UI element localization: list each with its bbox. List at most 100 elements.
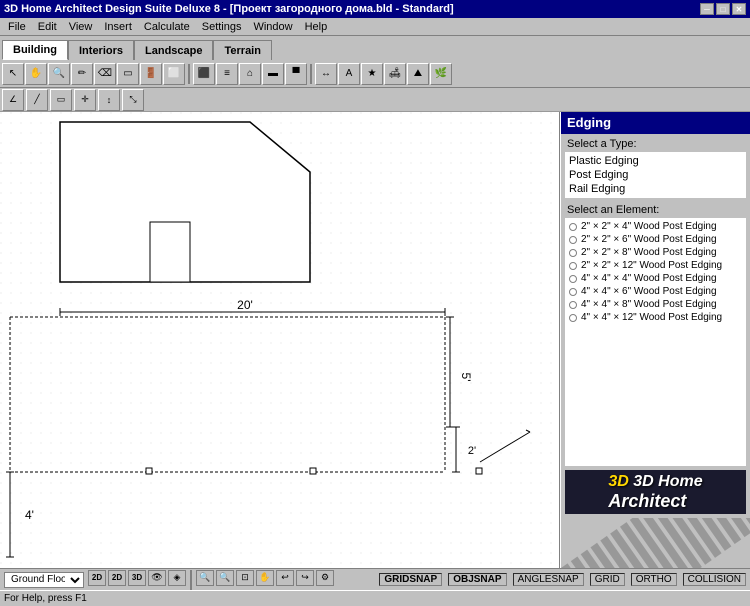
radio-5 <box>569 288 577 296</box>
elements-list: 2" × 2" × 4" Wood Post Edging 2" × 2" × … <box>565 218 746 466</box>
tool-window[interactable]: ⬜ <box>163 63 185 85</box>
objsnap-indicator[interactable]: OBJSNAP <box>448 573 506 586</box>
view-mode-icons: 2D 2D 3D 👁 ◈ 🔍 🔍 ⊡ ✋ ↩ ↪ ⚙ <box>88 570 334 590</box>
radio-2 <box>569 249 577 257</box>
win-close-btn[interactable]: ✕ <box>732 3 746 15</box>
tab-building[interactable]: Building <box>2 40 68 60</box>
type-rail[interactable]: Rail Edging <box>567 182 744 196</box>
tool-text[interactable]: A <box>338 63 360 85</box>
logo-home: 3D Home <box>633 473 702 490</box>
menu-window[interactable]: Window <box>247 20 298 34</box>
tool-ceiling[interactable]: ▀ <box>285 63 307 85</box>
tool-eraser[interactable]: ⌫ <box>94 63 116 85</box>
logo-area: 3D 3D Home Architect <box>565 470 746 514</box>
tool-stair[interactable]: ≡ <box>216 63 238 85</box>
tab-terrain[interactable]: Terrain <box>213 40 271 60</box>
view-camera-btn[interactable]: 👁 <box>148 570 166 586</box>
grid-indicator[interactable]: GRID <box>590 573 625 586</box>
main-area: 20' 5' 2' <box>0 112 750 568</box>
tool-plant[interactable]: 🌿 <box>430 63 452 85</box>
status-bar: Ground Floor 2D 2D 3D 👁 ◈ 🔍 🔍 ⊡ ✋ ↩ ↪ ⚙ … <box>0 568 750 590</box>
tool-select[interactable]: ↖ <box>2 63 24 85</box>
tool-pencil[interactable]: ✏ <box>71 63 93 85</box>
tool-hand[interactable]: ✋ <box>25 63 47 85</box>
radio-1 <box>569 236 577 244</box>
menu-view[interactable]: View <box>63 20 99 34</box>
view-2d-floor-btn[interactable]: 2D <box>108 570 126 586</box>
collision-indicator[interactable]: COLLISION <box>683 573 746 586</box>
undo-btn[interactable]: ↩ <box>276 570 294 586</box>
drawing-canvas: 20' 5' 2' <box>0 112 559 568</box>
radio-0 <box>569 223 577 231</box>
element-5[interactable]: 4" × 4" × 6" Wood Post Edging <box>567 285 744 298</box>
tab-interiors[interactable]: Interiors <box>68 40 134 60</box>
radio-3 <box>569 262 577 270</box>
anglesnap-indicator[interactable]: ANGLESNAP <box>513 573 584 586</box>
tab-bar: Building Interiors Landscape Terrain <box>0 36 750 60</box>
tool-room[interactable]: ⬛ <box>193 63 215 85</box>
zoom-out-btn[interactable]: 🔍 <box>216 570 234 586</box>
element-4[interactable]: 4" × 4" × 4" Wood Post Edging <box>567 272 744 285</box>
properties-btn[interactable]: ⚙ <box>316 570 334 586</box>
menu-edit[interactable]: Edit <box>32 20 63 34</box>
ortho-indicator[interactable]: ORTHO <box>631 573 677 586</box>
title-bar: 3D Home Architect Design Suite Deluxe 8 … <box>0 0 750 18</box>
tool-furniture[interactable]: 🛋 <box>384 63 406 85</box>
menu-calculate[interactable]: Calculate <box>138 20 196 34</box>
element-6[interactable]: 4" × 4" × 8" Wood Post Edging <box>567 298 744 311</box>
status-sep1 <box>190 570 192 590</box>
title-text: 3D Home Architect Design Suite Deluxe 8 … <box>4 3 454 15</box>
right-panel: Edging Select a Type: Plastic Edging Pos… <box>560 112 750 568</box>
tool-roof[interactable]: ⌂ <box>239 63 261 85</box>
tool-door[interactable]: 🚪 <box>140 63 162 85</box>
type-list: Plastic Edging Post Edging Rail Edging <box>565 152 746 198</box>
tool-symbol[interactable]: ★ <box>361 63 383 85</box>
radio-6 <box>569 301 577 309</box>
tool-dimension[interactable]: ↔ <box>315 63 337 85</box>
tab-landscape[interactable]: Landscape <box>134 40 213 60</box>
tool-wall[interactable]: ▭ <box>117 63 139 85</box>
menu-file[interactable]: File <box>2 20 32 34</box>
view-render-btn[interactable]: ◈ <box>168 570 186 586</box>
type-label: Select a Type: <box>561 134 750 152</box>
title-bar-buttons: ─ □ ✕ <box>700 3 746 15</box>
gridsnap-indicator[interactable]: GRIDSNAP <box>379 573 442 586</box>
element-label: Select an Element: <box>561 198 750 218</box>
floor-dropdown[interactable]: Ground Floor <box>4 572 84 588</box>
menu-settings[interactable]: Settings <box>196 20 248 34</box>
redo-btn[interactable]: ↪ <box>296 570 314 586</box>
radio-4 <box>569 275 577 283</box>
tool2-cross[interactable]: ✛ <box>74 89 96 111</box>
win-maximize-btn[interactable]: □ <box>716 3 730 15</box>
element-2[interactable]: 2" × 2" × 8" Wood Post Edging <box>567 246 744 259</box>
menu-insert[interactable]: Insert <box>98 20 138 34</box>
tool-terrain[interactable]: ⛰ <box>407 63 429 85</box>
element-7[interactable]: 4" × 4" × 12" Wood Post Edging <box>567 311 744 324</box>
sep2 <box>310 64 312 84</box>
decor-pattern <box>561 518 750 568</box>
canvas-area[interactable]: 20' 5' 2' <box>0 112 560 568</box>
element-1[interactable]: 2" × 2" × 6" Wood Post Edging <box>567 233 744 246</box>
element-0[interactable]: 2" × 2" × 4" Wood Post Edging <box>567 220 744 233</box>
tool2-angle[interactable]: ∠ <box>2 89 24 111</box>
win-minimize-btn[interactable]: ─ <box>700 3 714 15</box>
type-plastic[interactable]: Plastic Edging <box>567 154 744 168</box>
tool2-line[interactable]: ╱ <box>26 89 48 111</box>
sep1 <box>188 64 190 84</box>
pan-btn[interactable]: ✋ <box>256 570 274 586</box>
type-post[interactable]: Post Edging <box>567 168 744 182</box>
tool2-arrow[interactable]: ↕ <box>98 89 120 111</box>
help-text: For Help, press F1 <box>4 593 87 604</box>
tool2-move[interactable]: ⤡ <box>122 89 144 111</box>
tool2-rect[interactable]: ▭ <box>50 89 72 111</box>
tool-floor[interactable]: ▬ <box>262 63 284 85</box>
zoom-fit-btn[interactable]: ⊡ <box>236 570 254 586</box>
element-3[interactable]: 2" × 2" × 12" Wood Post Edging <box>567 259 744 272</box>
zoom-in-btn[interactable]: 🔍 <box>196 570 214 586</box>
menu-help[interactable]: Help <box>299 20 334 34</box>
view-3d-btn[interactable]: 3D <box>128 570 146 586</box>
tool-zoom[interactable]: 🔍 <box>48 63 70 85</box>
view-2d-btn[interactable]: 2D <box>88 570 106 586</box>
status-indicators: GRIDSNAP OBJSNAP ANGLESNAP GRID ORTHO CO… <box>379 573 746 586</box>
help-bar: For Help, press F1 <box>0 590 750 606</box>
